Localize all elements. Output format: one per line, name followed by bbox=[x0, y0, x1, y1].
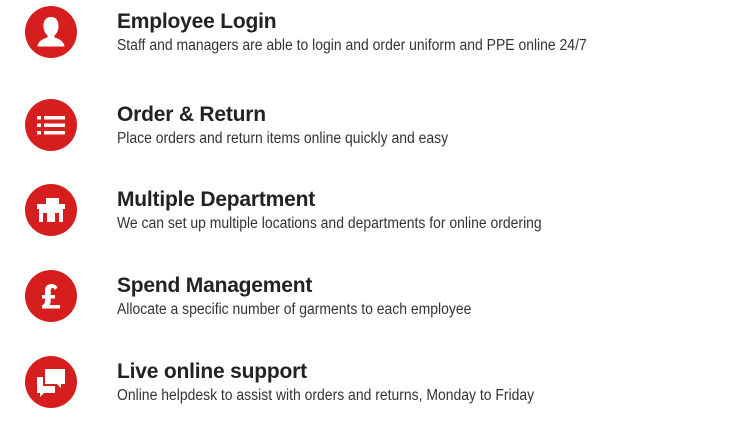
feature-description: We can set up multiple locations and dep… bbox=[117, 215, 542, 232]
feature-live-online-support: Live online support Online helpdesk to a… bbox=[0, 356, 753, 416]
feature-description: Allocate a specific number of garments t… bbox=[117, 301, 472, 318]
feature-order-return: Order & Return Place orders and return i… bbox=[0, 99, 753, 159]
feature-description: Online helpdesk to assist with orders an… bbox=[117, 387, 535, 404]
feature-employee-login: Employee Login Staff and managers are ab… bbox=[0, 6, 753, 66]
chat-icon bbox=[25, 356, 77, 408]
pound-icon bbox=[25, 270, 77, 322]
user-icon bbox=[25, 6, 77, 58]
feature-multiple-department: Multiple Department We can set up multip… bbox=[0, 184, 753, 244]
feature-title: Spend Management bbox=[117, 274, 313, 297]
feature-title: Live online support bbox=[117, 360, 307, 383]
list-icon bbox=[25, 99, 77, 151]
feature-title: Order & Return bbox=[117, 103, 266, 126]
feature-title: Employee Login bbox=[117, 10, 277, 33]
feature-spend-management: Spend Management Allocate a specific num… bbox=[0, 270, 753, 330]
feature-list: Employee Login Staff and managers are ab… bbox=[0, 0, 753, 422]
feature-description: Place orders and return items online qui… bbox=[117, 130, 449, 147]
feature-title: Multiple Department bbox=[117, 188, 316, 211]
feature-description: Staff and managers are able to login and… bbox=[117, 37, 587, 54]
building-icon bbox=[25, 184, 77, 236]
